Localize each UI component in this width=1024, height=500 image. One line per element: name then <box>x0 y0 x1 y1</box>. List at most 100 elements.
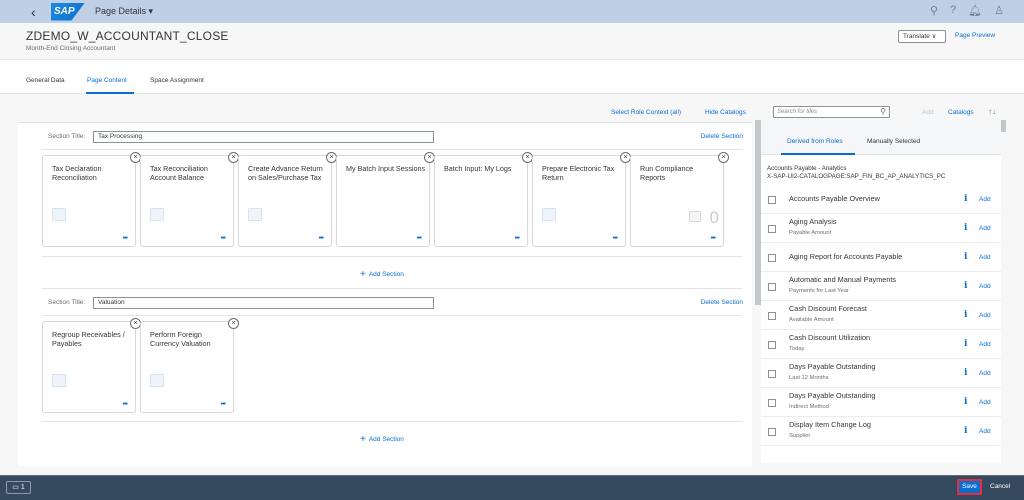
catalogs-link[interactable]: Catalogs <box>948 109 974 116</box>
tile-title: Regroup Receivables / Payables <box>52 330 125 348</box>
list-item[interactable]: Cash Discount Utilization Today i Add <box>761 330 1001 359</box>
tile[interactable]: Create Advance Return on Sales/Purchase … <box>238 155 332 247</box>
list-item[interactable]: Days Payable Outstanding Last 12 Months … <box>761 359 1001 388</box>
select-role-context-link[interactable]: Select Role Context (all) <box>611 109 681 116</box>
add-link[interactable]: Add <box>979 312 991 319</box>
search-tiles-input[interactable]: Search for tiles ⚲ <box>773 106 890 118</box>
section-title-input[interactable]: Valuation <box>93 297 434 309</box>
item-checkbox[interactable] <box>768 370 776 378</box>
help-icon[interactable]: ? <box>950 4 956 17</box>
item-checkbox[interactable] <box>768 225 776 233</box>
more-options-icon[interactable]: ••• <box>613 235 618 242</box>
add-link[interactable]: Add <box>979 428 991 435</box>
tile[interactable]: Run Compliance Reports 0 ••• <box>630 155 724 247</box>
tile-title: Tax Reconciliation Account Balance <box>150 164 208 182</box>
section-title-input[interactable]: Tax Processing <box>93 131 434 143</box>
more-options-icon[interactable]: ••• <box>417 235 422 242</box>
page-preview-link[interactable]: Page Preview <box>955 32 995 39</box>
info-icon[interactable]: i <box>964 223 967 233</box>
list-item[interactable]: Aging Analysis Payable Amount i Add <box>761 214 1001 243</box>
info-icon[interactable]: i <box>964 310 967 320</box>
sections-panel: Section Title: Tax Processing Delete Sec… <box>18 122 752 466</box>
item-title: Cash Discount Utilization <box>789 333 871 342</box>
tile[interactable]: Perform Foreign Currency Valuation ••• <box>140 321 234 413</box>
delete-section-button[interactable]: Delete Section <box>701 299 743 306</box>
add-button[interactable]: Add <box>922 109 934 116</box>
tile[interactable]: My Batch Input Sessions ••• <box>336 155 430 247</box>
tile[interactable]: Tax Declaration Reconciliation ••• <box>42 155 136 247</box>
item-checkbox[interactable] <box>768 428 776 436</box>
translate-select[interactable]: Translate ∨ <box>898 30 946 43</box>
list-item[interactable]: Days Payable Outstanding Indirect Method… <box>761 388 1001 417</box>
item-checkbox[interactable] <box>768 283 776 291</box>
search-icon[interactable]: ⚲ <box>880 107 886 117</box>
item-title: Days Payable Outstanding <box>789 362 876 371</box>
tab-bar: General Data Page Content Space Assignme… <box>0 60 1024 94</box>
more-options-icon[interactable]: ••• <box>123 401 128 408</box>
sap-logo[interactable]: SAP <box>51 2 85 21</box>
add-section-button[interactable]: + Add Section <box>360 434 404 445</box>
list-item[interactable]: Automatic and Manual Payments Payments f… <box>761 272 1001 301</box>
save-button[interactable]: Save <box>957 479 982 495</box>
item-subtitle: Today <box>789 346 805 352</box>
cancel-button[interactable]: Cancel <box>990 483 1010 490</box>
more-options-icon[interactable]: ••• <box>221 235 226 242</box>
divider <box>42 256 742 257</box>
info-icon[interactable]: i <box>964 368 967 378</box>
info-icon[interactable]: i <box>964 252 967 262</box>
notification-bell-icon[interactable]: 🔔︎ <box>968 4 982 17</box>
list-item[interactable]: Aging Report for Accounts Payable i Add <box>761 243 1001 272</box>
item-checkbox[interactable] <box>768 196 776 204</box>
sort-icon[interactable]: ↑↓ <box>988 107 996 116</box>
tab-derived-from-roles[interactable]: Derived from Roles <box>787 138 843 145</box>
tab-page-content[interactable]: Page Content <box>87 77 127 84</box>
messages-button[interactable]: ▭ 1 <box>6 481 31 494</box>
list-item[interactable]: Display Item Change Log Supplier i Add <box>761 417 1001 446</box>
section-header: Section Title: Tax Processing Delete Sec… <box>42 130 743 144</box>
more-options-icon[interactable]: ••• <box>515 235 520 242</box>
delete-section-button[interactable]: Delete Section <box>701 133 743 140</box>
app-title-menu[interactable]: Page Details ▾ <box>95 6 153 17</box>
section-header: Section Title: Valuation Delete Section <box>42 296 743 310</box>
tile[interactable]: Regroup Receivables / Payables ••• <box>42 321 136 413</box>
remove-tile-icon[interactable]: × <box>718 152 729 163</box>
info-icon[interactable]: i <box>964 397 967 407</box>
item-checkbox[interactable] <box>768 254 776 262</box>
item-checkbox[interactable] <box>768 312 776 320</box>
more-options-icon[interactable]: ••• <box>319 235 324 242</box>
add-section-button[interactable]: + Add Section <box>360 269 404 280</box>
tile[interactable]: Tax Reconciliation Account Balance ••• <box>140 155 234 247</box>
tab-general-data[interactable]: General Data <box>26 77 65 84</box>
add-link[interactable]: Add <box>979 283 991 290</box>
catalog-scrollbar[interactable] <box>1001 120 1006 132</box>
list-item[interactable]: Accounts Payable Overview i Add <box>761 185 1001 214</box>
tab-manually-selected[interactable]: Manually Selected <box>867 138 920 145</box>
app-tile-icon <box>542 208 556 221</box>
tile[interactable]: Prepare Electronic Tax Return ••• <box>532 155 626 247</box>
more-options-icon[interactable]: ••• <box>123 235 128 242</box>
user-profile-icon[interactable]: ♙ <box>994 4 1004 17</box>
add-link[interactable]: Add <box>979 370 991 377</box>
list-item[interactable]: Cash Discount Forecast Available Amount … <box>761 301 1001 330</box>
info-icon[interactable]: i <box>964 281 967 291</box>
more-options-icon[interactable]: ••• <box>711 235 716 242</box>
add-link[interactable]: Add <box>979 225 991 232</box>
tile[interactable]: Batch Input: My Logs ••• <box>434 155 528 247</box>
more-options-icon[interactable]: ••• <box>221 401 226 408</box>
add-link[interactable]: Add <box>979 399 991 406</box>
hide-catalogs-link[interactable]: Hide Catalogs <box>705 109 746 116</box>
remove-tile-icon[interactable]: × <box>228 318 239 329</box>
info-icon[interactable]: i <box>964 426 967 436</box>
item-title: Days Payable Outstanding <box>789 391 876 400</box>
add-link[interactable]: Add <box>979 254 991 261</box>
add-link[interactable]: Add <box>979 196 991 203</box>
back-icon[interactable]: ‹ <box>31 5 41 19</box>
item-checkbox[interactable] <box>768 341 776 349</box>
search-icon[interactable]: ⚲ <box>930 4 938 17</box>
message-icon: ▭ <box>12 484 19 491</box>
info-icon[interactable]: i <box>964 194 967 204</box>
tab-space-assignment[interactable]: Space Assignment <box>150 77 204 84</box>
item-checkbox[interactable] <box>768 399 776 407</box>
add-link[interactable]: Add <box>979 341 991 348</box>
info-icon[interactable]: i <box>964 339 967 349</box>
